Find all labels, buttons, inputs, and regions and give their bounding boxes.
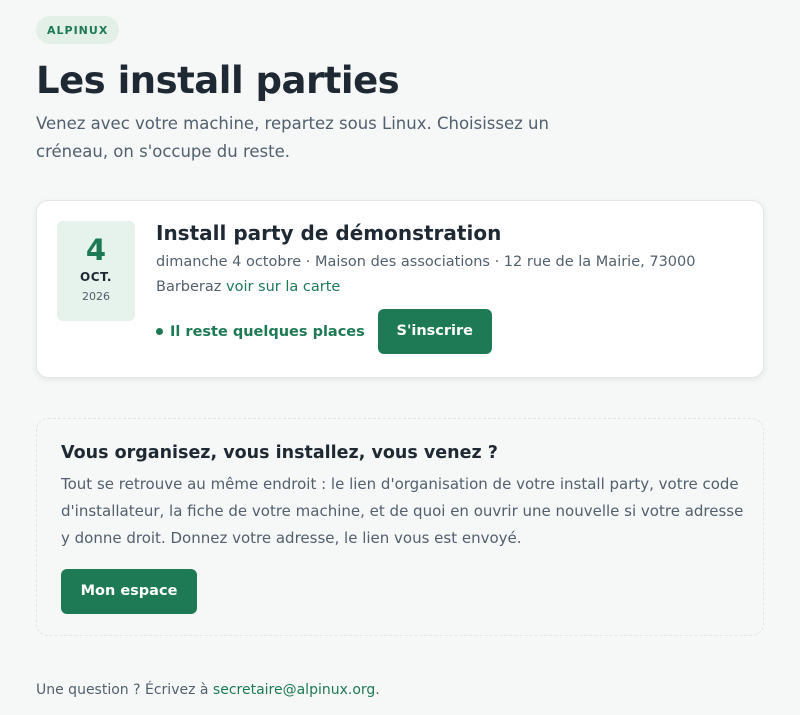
event-date-month: OCT.	[80, 270, 112, 284]
map-link[interactable]: voir sur la carte	[226, 279, 340, 295]
event-card: 4 OCT. 2026 Install party de démonstrati…	[36, 200, 764, 378]
event-date-year: 2026	[82, 290, 110, 303]
event-details: dimanche 4 octobre · Maison des associat…	[156, 250, 746, 300]
footer-prefix: Une question ? Écrivez à	[36, 682, 209, 698]
page-content: ALPINUX Les install parties Venez avec v…	[36, 16, 764, 698]
page-intro: Venez avec votre machine, repartez sous …	[36, 114, 549, 161]
event-actions: Il reste quelques places S'inscrire	[156, 309, 746, 354]
footer-suffix: .	[375, 682, 380, 698]
account-panel: Vous organisez, vous installez, vous ven…	[36, 418, 764, 636]
footer-contact: Une question ? Écrivez à secretaire@alpi…	[36, 680, 380, 700]
my-space-button[interactable]: Mon espace	[61, 569, 197, 614]
account-panel-title: Vous organisez, vous installez, vous ven…	[61, 443, 498, 463]
account-panel-text: Tout se retrouve au même endroit : le li…	[61, 475, 744, 547]
event-date-day: 4	[85, 233, 107, 267]
availability-status: Il reste quelques places	[156, 324, 365, 340]
event-date-block: 4 OCT. 2026	[57, 221, 135, 321]
event-title: Install party de démonstration	[156, 221, 502, 245]
brand-badge: ALPINUX	[36, 16, 120, 44]
register-button[interactable]: S'inscrire	[377, 309, 492, 354]
status-dot-icon	[156, 328, 163, 335]
contact-email-link[interactable]: secretaire@alpinux.org	[213, 682, 375, 698]
availability-text: Il reste quelques places	[170, 323, 365, 340]
page-title: Les install parties	[36, 59, 400, 102]
event-info: Install party de démonstration dimanche …	[156, 219, 746, 354]
